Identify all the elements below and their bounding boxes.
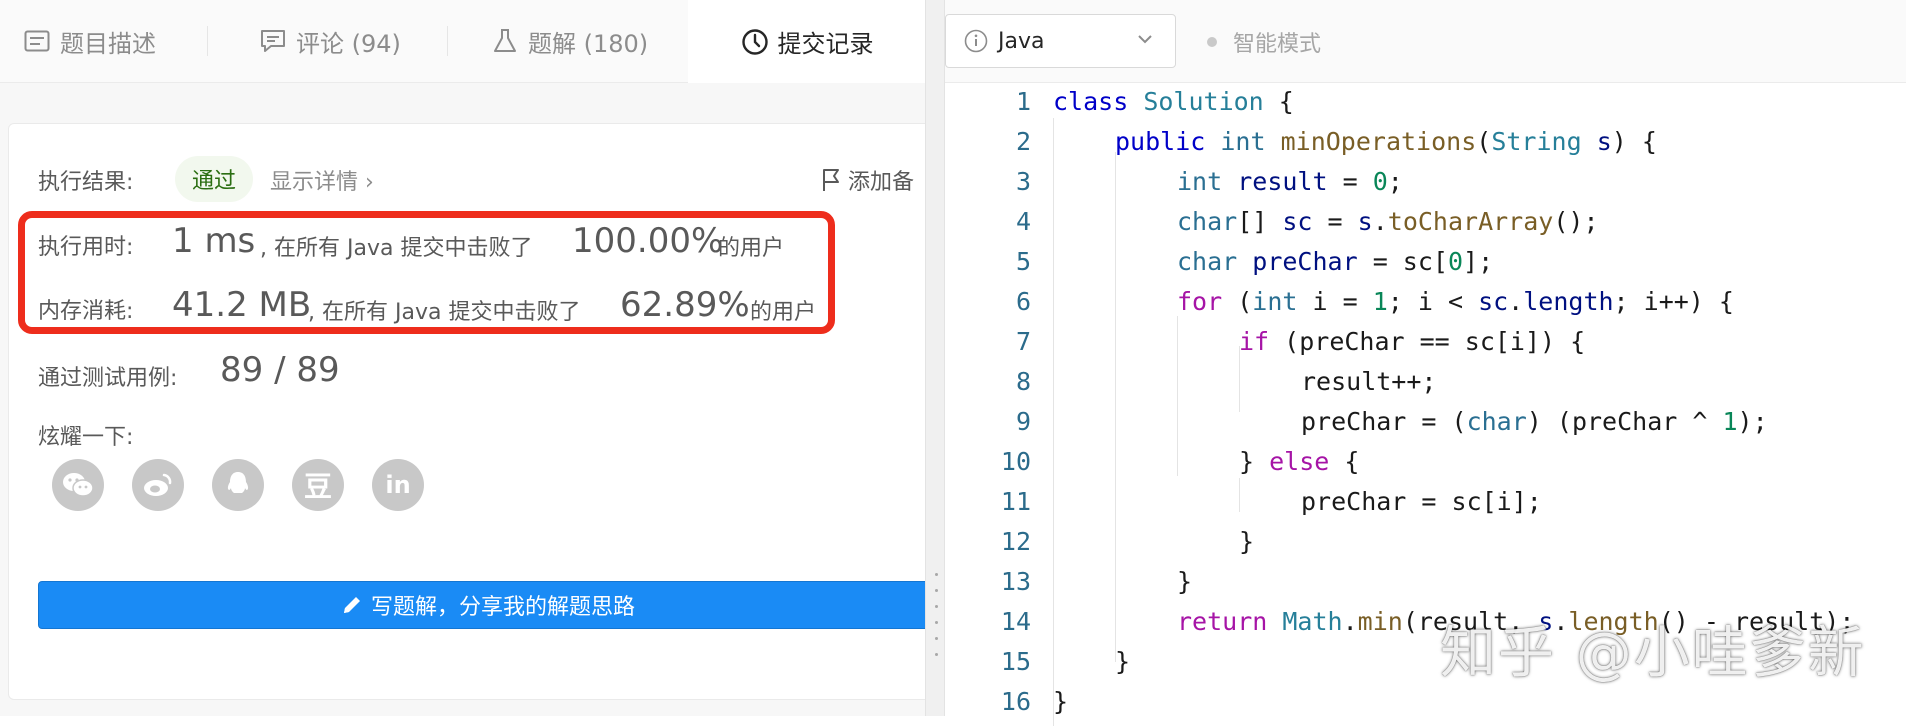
flag-icon <box>822 168 840 192</box>
line-number: 2 <box>1015 127 1031 156</box>
line-number: 16 <box>1000 687 1031 716</box>
tab-submissions[interactable]: 提交记录 <box>688 0 925 83</box>
code-line: public int minOperations(String s) { <box>1115 127 1657 156</box>
highlight-box <box>18 211 835 334</box>
share-label: 炫耀一下: <box>38 425 134 450</box>
tab-bar: 题目描述 评论 (94) 题解 (180) 提交记录 <box>0 0 925 83</box>
linkedin-icon[interactable]: in <box>372 459 424 511</box>
code-line: preChar = (char) (preChar ^ 1); <box>1301 407 1768 436</box>
tests-value: 89 / 89 <box>220 350 340 390</box>
clock-icon <box>740 27 770 57</box>
description-icon <box>22 26 52 56</box>
write-solution-button[interactable]: 写题解，分享我的解题思路 <box>38 581 925 629</box>
tab-comments[interactable]: 评论 (94) <box>258 0 443 82</box>
line-number: 3 <box>1015 167 1031 196</box>
douban-glyph: 豆 <box>303 470 332 503</box>
code-line: if (preChar == sc[i]) { <box>1239 327 1586 356</box>
pane-resize-handle[interactable] <box>925 0 945 716</box>
line-number: 7 <box>1015 327 1031 356</box>
submission-panel: 题目描述 评论 (94) 题解 (180) 提交记录 执行结果: 通过 显示详情… <box>0 0 925 716</box>
watermark: 知乎 @小哇爹新 <box>1440 621 1866 686</box>
smart-mode-toggle[interactable]: 智能模式 <box>1207 26 1321 58</box>
weibo-icon[interactable] <box>132 459 184 511</box>
status-badge: 通过 <box>175 156 253 202</box>
add-note-button[interactable]: 添加备 <box>822 164 914 196</box>
wechat-icon[interactable] <box>52 459 104 511</box>
info-icon <box>964 29 988 53</box>
language-select[interactable]: Java <box>945 14 1176 68</box>
code-line: result++; <box>1301 367 1437 396</box>
line-number: 4 <box>1015 207 1031 236</box>
add-note-label: 添加备 <box>848 170 915 195</box>
chevron-down-icon <box>1137 33 1153 45</box>
line-number: 1 <box>1015 87 1031 116</box>
line-number: 14 <box>1000 607 1031 636</box>
code-line: } <box>1177 567 1193 596</box>
editor-toolbar: Java 智能模式 <box>945 0 1906 83</box>
write-solution-label: 写题解，分享我的解题思路 <box>370 595 635 620</box>
line-number: 11 <box>1000 487 1031 516</box>
tab-label: 题解 (180) <box>528 29 649 58</box>
line-number: 9 <box>1015 407 1031 436</box>
code-line: } <box>1053 687 1069 716</box>
tab-solutions[interactable]: 题解 (180) <box>490 0 675 82</box>
qq-icon[interactable] <box>212 459 264 511</box>
code-line: class Solution { <box>1053 87 1294 116</box>
line-number: 13 <box>1000 567 1031 596</box>
line-number: 15 <box>1000 647 1031 676</box>
tab-label: 题目描述 <box>60 29 156 58</box>
language-label: Java <box>998 28 1045 54</box>
line-number: 10 <box>1000 447 1031 476</box>
code-line: char[] sc = s.toCharArray(); <box>1177 207 1599 236</box>
tab-label: 评论 (94) <box>296 29 401 58</box>
line-number: 12 <box>1000 527 1031 556</box>
flask-icon <box>490 26 520 56</box>
tab-description[interactable]: 题目描述 <box>22 0 207 82</box>
douban-icon[interactable]: 豆 <box>292 459 344 511</box>
result-label: 执行结果: <box>38 170 134 195</box>
mode-dot-icon <box>1207 37 1217 47</box>
code-line: } else { <box>1239 447 1360 476</box>
code-line: for (int i = 1; i < sc.length; i++) { <box>1177 287 1734 316</box>
line-number: 8 <box>1015 367 1031 396</box>
comment-icon <box>258 26 288 56</box>
pencil-icon <box>341 594 363 616</box>
show-details-link[interactable]: 显示详情 › <box>270 164 374 196</box>
linkedin-glyph: in <box>385 471 411 499</box>
tab-label: 提交记录 <box>777 30 874 58</box>
code-line: preChar = sc[i]; <box>1301 487 1542 516</box>
line-number: 6 <box>1015 287 1031 316</box>
code-line: } <box>1115 647 1131 676</box>
code-line: char preChar = sc[0]; <box>1177 247 1494 276</box>
mode-label: 智能模式 <box>1233 32 1322 57</box>
code-line: } <box>1239 527 1255 556</box>
tests-label: 通过测试用例: <box>38 366 178 391</box>
code-line: int result = 0; <box>1177 167 1403 196</box>
line-number: 5 <box>1015 247 1031 276</box>
